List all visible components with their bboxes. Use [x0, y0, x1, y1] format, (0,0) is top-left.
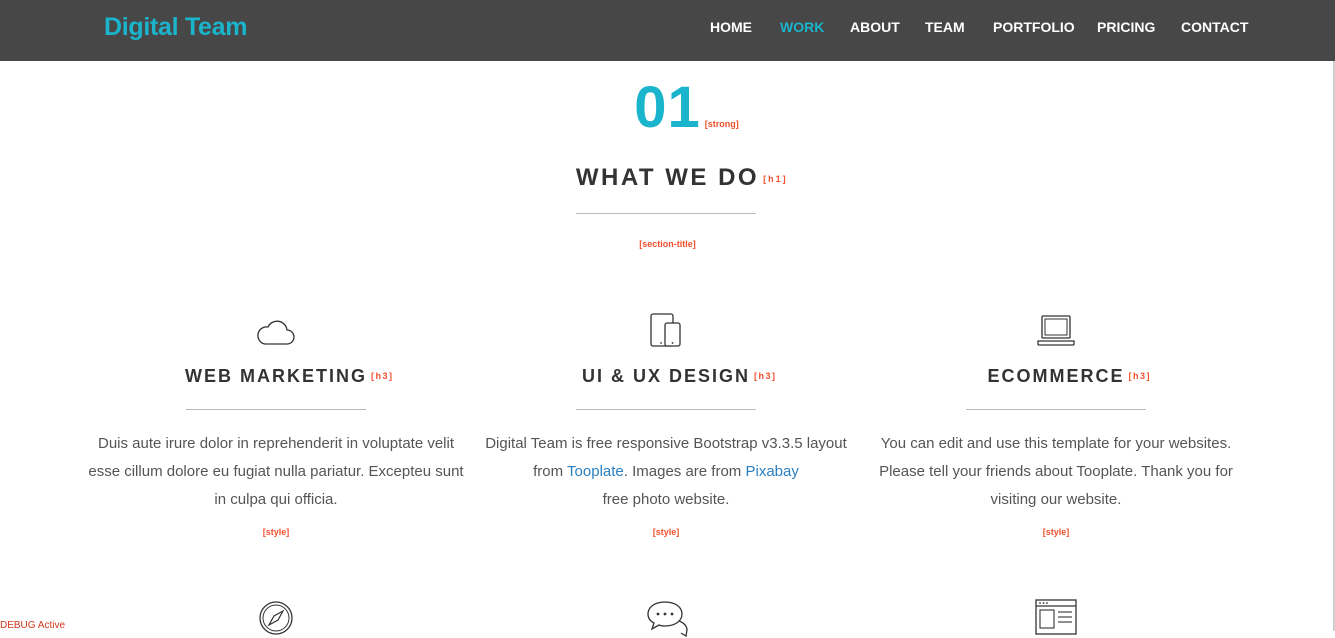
service-description: Duis aute irure dolor in reprehenderit i…	[88, 435, 464, 508]
compass-icon	[259, 601, 293, 635]
service-title-wrap: WEB MARKETING [h3]	[81, 366, 471, 387]
style-tag-wrap: [style]	[861, 522, 1251, 540]
service-title-wrap: ECOMMERCE [h3]	[861, 366, 1251, 387]
service-title: ECOMMERCE	[987, 366, 1125, 386]
service-web-marketing: WEB MARKETING [h3] Duis aute irure dolor…	[81, 0, 471, 631]
laptop-icon	[1037, 315, 1075, 346]
service-divider	[966, 409, 1146, 410]
description-text: free photo website.	[602, 491, 730, 508]
description-text: . Images are from	[623, 463, 746, 480]
style-tag-wrap: [style]	[471, 522, 861, 540]
debug-tag-h3: [h3]	[1128, 371, 1151, 381]
service-divider	[576, 409, 756, 410]
debug-tag-style: [style]	[652, 527, 680, 537]
devices-icon	[650, 313, 681, 347]
debug-tag-h3: [h3]	[371, 371, 394, 381]
service-description: Digital Team is free responsive Bootstra…	[471, 430, 861, 514]
tooplate-link[interactable]: Tooplate	[567, 463, 624, 480]
debug-tag-h3: [h3]	[754, 371, 777, 381]
service-title-wrap: UI & UX DESIGN [h3]	[471, 366, 861, 387]
pixabay-link[interactable]: Pixabay	[745, 463, 798, 480]
service-description: You can edit and use this template for y…	[879, 435, 1233, 508]
browser-icon	[1035, 599, 1077, 635]
service-title: UI & UX DESIGN	[581, 366, 751, 386]
chat-icon	[647, 601, 688, 638]
service-ui-ux-design: UI & UX DESIGN [h3] Digital Team is free…	[471, 0, 861, 631]
service-title: WEB MARKETING	[185, 366, 367, 386]
cloud-icon	[257, 320, 295, 345]
debug-active-label: DEBUG Active	[0, 620, 66, 631]
service-ecommerce: ECOMMERCE [h3] You can edit and use this…	[861, 0, 1251, 631]
debug-tag-style: [style]	[1042, 527, 1070, 537]
style-tag-wrap: [style]	[81, 522, 471, 540]
service-divider	[186, 409, 366, 410]
debug-tag-style: [style]	[262, 527, 290, 537]
